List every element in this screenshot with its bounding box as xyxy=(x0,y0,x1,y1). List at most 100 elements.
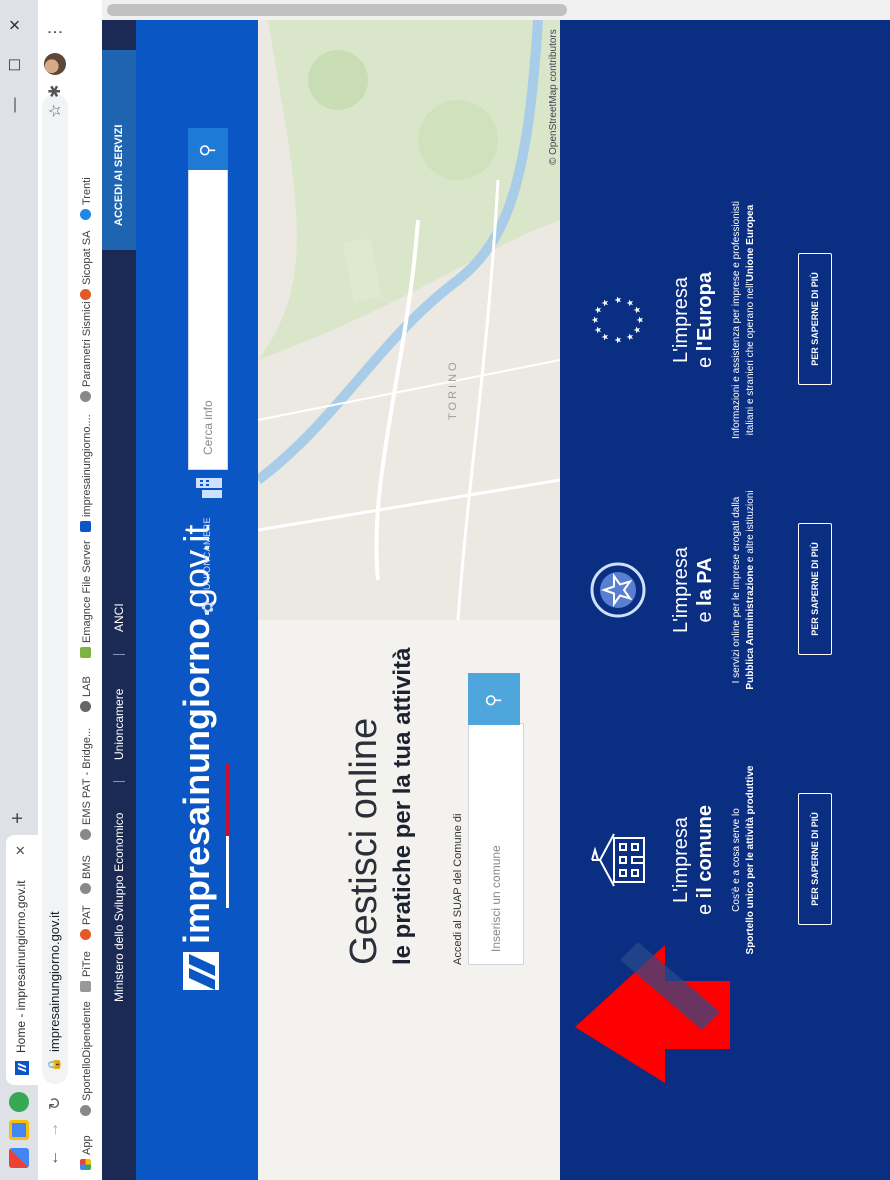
learn-more-button[interactable]: PER SAPERNE DI PIÙ xyxy=(798,253,832,385)
bookmark-trenti[interactable]: Trenti xyxy=(80,177,93,220)
italian-emblem-icon xyxy=(590,562,646,618)
back-icon[interactable]: ← xyxy=(45,1150,63,1166)
svg-text:★: ★ xyxy=(594,306,604,314)
unioncamere-logo-icon: ✿ xyxy=(200,600,217,614)
globe-icon xyxy=(80,829,91,840)
comune-search-button[interactable]: ⚲ xyxy=(468,673,520,725)
card-impresa-europa: ★ ★ ★ ★ ★ ★ ★ ★ ★ ★ ★ ★ L'impresa e l'Europa Inf… xyxy=(560,180,890,460)
pinned-tab-calendar-icon[interactable] xyxy=(9,1120,29,1140)
card-title-line2: e la PA xyxy=(694,557,716,623)
hero-title: Gestisci online xyxy=(343,717,385,965)
site-favicon-icon xyxy=(80,521,91,532)
map-background[interactable]: TORINO xyxy=(258,20,560,1180)
bookmark-sicopat[interactable]: Sicopat SA xyxy=(80,231,93,300)
red-pointer-arrow xyxy=(575,942,730,1083)
learn-more-button[interactable]: PER SAPERNE DI PIÙ xyxy=(798,523,832,655)
url-text: impresainungiorno.gov.it xyxy=(47,911,62,1052)
info-search-input[interactable]: Cerca info xyxy=(188,168,228,470)
forward-icon[interactable]: → xyxy=(45,1122,63,1138)
pat-logo-icon xyxy=(80,289,91,300)
nav-separator xyxy=(113,781,125,782)
rotated-viewport: Home - impresainungiorno.gov.it ✕ + — ☐ … xyxy=(0,0,890,1180)
bookmark-impresainungiorno[interactable]: impresainungiorno.... xyxy=(80,414,93,532)
svg-text:★: ★ xyxy=(614,336,624,344)
map-attribution[interactable]: © OpenStreetMap contributors xyxy=(548,29,559,165)
scrollbar-thumb[interactable] xyxy=(107,4,567,16)
svg-text:★: ★ xyxy=(633,306,643,314)
nav-anci[interactable]: ANCI xyxy=(112,603,126,632)
unioncamere-label[interactable]: UNIONCAMERE xyxy=(202,517,212,590)
nav-unioncamere[interactable]: Unioncamere xyxy=(112,689,126,760)
tab-title: Home - impresainungiorno.gov.it xyxy=(14,880,28,1053)
info-search-button[interactable]: ⚲ xyxy=(188,128,228,170)
town-hall-icon xyxy=(591,833,645,887)
card-description: I servizi online per le imprese erogati … xyxy=(731,490,756,690)
suap-search-label: Accedi al SUAP del Comune di xyxy=(452,813,464,965)
page-icon xyxy=(80,981,91,992)
maximize-icon[interactable]: ☐ xyxy=(6,50,24,80)
nav-separator xyxy=(113,654,125,655)
pat-logo-icon xyxy=(80,929,91,940)
bookmark-sportello[interactable]: SportelloDipendente xyxy=(80,1001,93,1116)
close-tab-icon[interactable]: ✕ xyxy=(13,845,29,856)
globe-icon xyxy=(80,1105,91,1116)
new-tab-icon[interactable]: + xyxy=(7,812,30,824)
bookmark-apps[interactable]: App xyxy=(80,1135,93,1170)
extension-puzzle-icon[interactable]: ✱ xyxy=(45,85,65,98)
eu-stars-icon: ★★★ ★ ★★ ★★★ ★★★ xyxy=(591,296,646,344)
hero-subtitle: le pratiche per la tua attività xyxy=(389,647,416,965)
web-page: Ministero dello Sviluppo Economico Union… xyxy=(102,20,890,1180)
site-favicon-icon xyxy=(15,1061,29,1075)
search-icon: ⚲ xyxy=(197,143,217,157)
bookmark-emagnce[interactable]: Emagnce File Server xyxy=(80,540,93,658)
svg-text:★: ★ xyxy=(591,316,601,324)
close-window-icon[interactable]: ✕ xyxy=(6,10,24,40)
hero-section: TORINO Gestisci online le pratiche per l… xyxy=(258,20,560,1180)
accedi-servizi-button[interactable]: ACCEDI AI SERVIZI xyxy=(102,50,136,250)
site-header: impresainungiorno.gov.it ✿ UNIONCAMERE C… xyxy=(136,20,258,1180)
card-description: Informazioni e assistenza per imprese e … xyxy=(731,201,756,439)
profile-avatar[interactable] xyxy=(44,53,66,75)
apps-grid-icon xyxy=(80,1159,91,1170)
learn-more-button[interactable]: PER SAPERNE DI PIÙ xyxy=(798,793,832,925)
card-description: Cos'è e a cosa serve lo Sportello unico p… xyxy=(731,765,756,955)
file-server-icon xyxy=(80,647,91,658)
svg-text:★: ★ xyxy=(626,333,636,341)
nav-mise[interactable]: Ministero dello Sviluppo Economico xyxy=(112,813,126,1002)
svg-text:★: ★ xyxy=(601,299,611,307)
lab-globe-icon xyxy=(80,701,91,712)
lock-icon: 🔒 xyxy=(47,1057,61,1072)
bookmark-parametri[interactable]: Parametri Sismici xyxy=(80,301,93,402)
bookmark-lab[interactable]: LAB xyxy=(80,676,93,712)
search-icon: ⚲ xyxy=(483,693,503,707)
svg-text:★: ★ xyxy=(594,326,604,334)
logo-mark-icon[interactable] xyxy=(183,952,219,991)
globe-icon xyxy=(80,391,91,402)
pinned-tab-whatsapp-icon[interactable] xyxy=(9,1092,29,1112)
globe-icon xyxy=(80,883,91,894)
bookmark-bms[interactable]: BMS xyxy=(80,855,93,894)
card-title-line1: L'impresa xyxy=(670,276,692,364)
bookmark-pat[interactable]: PAT xyxy=(80,905,93,940)
navigation-bar: ← → ↻ 🔒 impresainungiorno.gov.it ☆ ✱ ⋮ xyxy=(38,0,72,1180)
map-city-label: TORINO xyxy=(447,359,459,420)
institutional-nav: Ministero dello Sviluppo Economico Union… xyxy=(102,20,136,1180)
vertical-scrollbar[interactable] xyxy=(102,0,890,20)
svg-text:★: ★ xyxy=(614,296,624,304)
card-title-line2: e l'Europa xyxy=(694,272,716,368)
address-bar[interactable]: 🔒 impresainungiorno.gov.it xyxy=(42,94,68,1084)
svg-text:★: ★ xyxy=(601,333,611,341)
bookmark-pitre[interactable]: PiTre xyxy=(80,951,93,992)
menu-dots-icon[interactable]: ⋮ xyxy=(45,24,65,40)
active-tab[interactable]: Home - impresainungiorno.gov.it ✕ xyxy=(6,835,38,1085)
building-logo-icon xyxy=(196,478,222,498)
pinned-tab-gmail-icon[interactable] xyxy=(9,1148,29,1168)
card-title-line1: L'impresa xyxy=(670,546,692,634)
reload-icon[interactable]: ↻ xyxy=(45,1097,65,1110)
card-impresa-pa: L'impresa e la PA I servizi online per l… xyxy=(560,450,890,730)
minimize-icon[interactable]: — xyxy=(6,90,23,120)
bookmark-star-icon[interactable]: ☆ xyxy=(45,104,65,118)
bookmark-ems[interactable]: EMS PAT - Bridge... xyxy=(80,728,93,840)
logo-tricolor-line xyxy=(226,764,229,944)
comune-search-input[interactable]: Inserisci un comune xyxy=(468,723,524,965)
